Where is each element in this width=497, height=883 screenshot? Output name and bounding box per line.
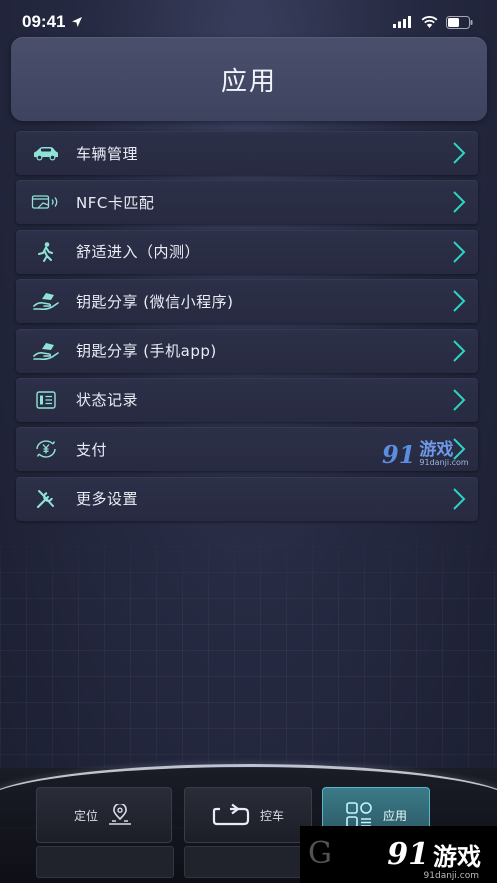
chevron-right-icon [453, 339, 466, 362]
dock-lower-segment [184, 846, 314, 878]
watermark-overlay: 91 游戏 91danji.com [382, 437, 478, 471]
signal-icon [393, 16, 411, 28]
tab-control-car-label: 控车 [259, 808, 284, 823]
nfc-card-icon [31, 195, 58, 210]
chevron-right-icon [453, 290, 466, 312]
battery-icon [446, 15, 473, 29]
watermark-g-logo: G [308, 836, 332, 871]
apps-grid-icon [346, 802, 372, 828]
watermark-number: 91 [382, 439, 416, 469]
header-panel: 应用 [11, 37, 487, 121]
grid-background [0, 520, 497, 800]
walking-person-icon [38, 241, 53, 262]
loop-arrow-icon [212, 803, 250, 826]
menu-item-label: 舒适进入（内测） [76, 243, 201, 262]
menu-item-key-share-wechat[interactable]: 钥匙分享 (微信小程序) [16, 279, 478, 324]
watermark-url: 91danji.com [419, 457, 469, 467]
status-time-text: 09:41 [22, 12, 66, 31]
menu-item-status-record[interactable]: 状态记录 [16, 377, 478, 422]
menu-item-label: 钥匙分享 (手机app) [76, 342, 217, 361]
menu-item-label: 支付 [76, 440, 108, 459]
chevron-right-icon [453, 389, 466, 411]
tab-control-car[interactable]: 控车 [184, 787, 312, 843]
watermark-badge-url: 91danji.com [423, 871, 479, 881]
location-pin-icon [109, 804, 131, 825]
watermark-badge-text: 游戏 [433, 843, 481, 871]
chevron-right-icon [453, 191, 466, 214]
menu-item-vehicle-management[interactable]: 车辆管理 [16, 131, 478, 175]
watermark-badge: G 91 游戏 91danji.com [300, 826, 497, 883]
status-icons [393, 15, 473, 29]
menu-item-comfort-entry[interactable]: 舒适进入（内测） [16, 229, 478, 274]
page-title: 应用 [220, 66, 277, 97]
wifi-icon [421, 16, 438, 28]
location-arrow-icon [72, 17, 83, 27]
tab-locate-label: 定位 [73, 808, 98, 823]
key-share-hand-icon [33, 342, 59, 360]
car-icon [34, 147, 58, 161]
tab-locate[interactable]: 定位 [36, 787, 172, 843]
key-share-hand-icon [33, 293, 59, 311]
watermark-badge-number: 91 [387, 837, 429, 872]
menu-item-more-settings[interactable]: 更多设置 [16, 476, 478, 521]
chevron-right-icon [453, 241, 466, 263]
tab-apps-label: 应用 [382, 808, 407, 823]
menu-item-label: 状态记录 [76, 391, 139, 410]
watermark-text: 游戏 [419, 439, 454, 460]
yuan-coin-icon [36, 440, 56, 458]
status-time: 09:41 [22, 12, 83, 32]
menu-item-nfc-card[interactable]: NFC卡匹配 [16, 180, 478, 225]
tools-icon [36, 489, 54, 508]
menu-item-label: 车辆管理 [76, 144, 139, 163]
dock-lower-segment [36, 846, 174, 878]
menu-item-label: NFC卡匹配 [76, 193, 155, 212]
menu-item-label: 更多设置 [76, 490, 139, 509]
chevron-right-icon [453, 142, 466, 164]
menu-item-key-share-app[interactable]: 钥匙分享 (手机app) [16, 328, 478, 373]
menu-item-label: 钥匙分享 (微信小程序) [76, 292, 234, 311]
chevron-right-icon [453, 488, 466, 510]
record-list-icon [36, 391, 56, 409]
